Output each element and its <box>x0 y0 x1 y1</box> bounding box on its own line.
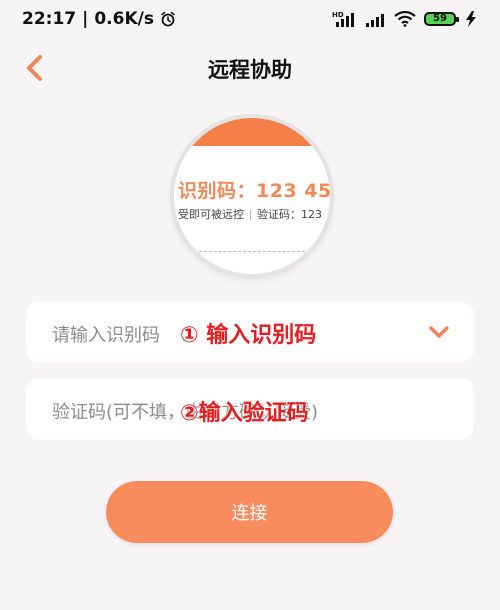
battery-icon: 59 <box>424 12 459 26</box>
hd-label: HD <box>332 11 344 19</box>
magnifier-sub-left: 受即可被远控 <box>178 208 244 221</box>
magnifier-separator <box>250 210 251 220</box>
status-bar: 22:17 | 0.6K/s HD 59 <box>0 0 500 38</box>
magnifier-sub-text: 受即可被远控 验证码：123 <box>178 206 322 222</box>
chevron-down-icon[interactable] <box>428 323 450 341</box>
status-divider: | <box>82 9 89 29</box>
battery-level: 59 <box>433 13 447 24</box>
magnifier-dashed-line <box>184 251 320 252</box>
wifi-icon <box>394 11 416 27</box>
charging-icon <box>466 11 476 27</box>
magnifier-illustration: 识别码：123 45 受即可被远控 验证码：123 <box>174 118 330 274</box>
magnifier-sub-right: 验证码：123 <box>257 208 322 221</box>
id-code-placeholder: 请输入识别码 <box>52 325 160 346</box>
annotation-step-1: ① 输入识别码 <box>180 323 317 348</box>
magnifier-header-band <box>174 118 330 146</box>
alarm-icon <box>161 11 175 27</box>
status-left: 22:17 | 0.6K/s <box>22 9 176 29</box>
network-speed: 0.6K/s <box>94 9 154 29</box>
status-right: HD 59 <box>332 11 478 27</box>
status-time: 22:17 <box>22 9 77 29</box>
nav-bar: 远程协助 <box>0 40 500 96</box>
signal-hd-icon: HD <box>332 11 354 27</box>
magnifier-code-text: 识别码：123 45 <box>178 180 330 202</box>
page-title: 远程协助 <box>208 58 292 82</box>
annotation-step-2: ②输入验证码 <box>180 401 309 426</box>
signal-icon <box>366 14 384 27</box>
connect-button[interactable]: 连接 <box>106 481 393 543</box>
